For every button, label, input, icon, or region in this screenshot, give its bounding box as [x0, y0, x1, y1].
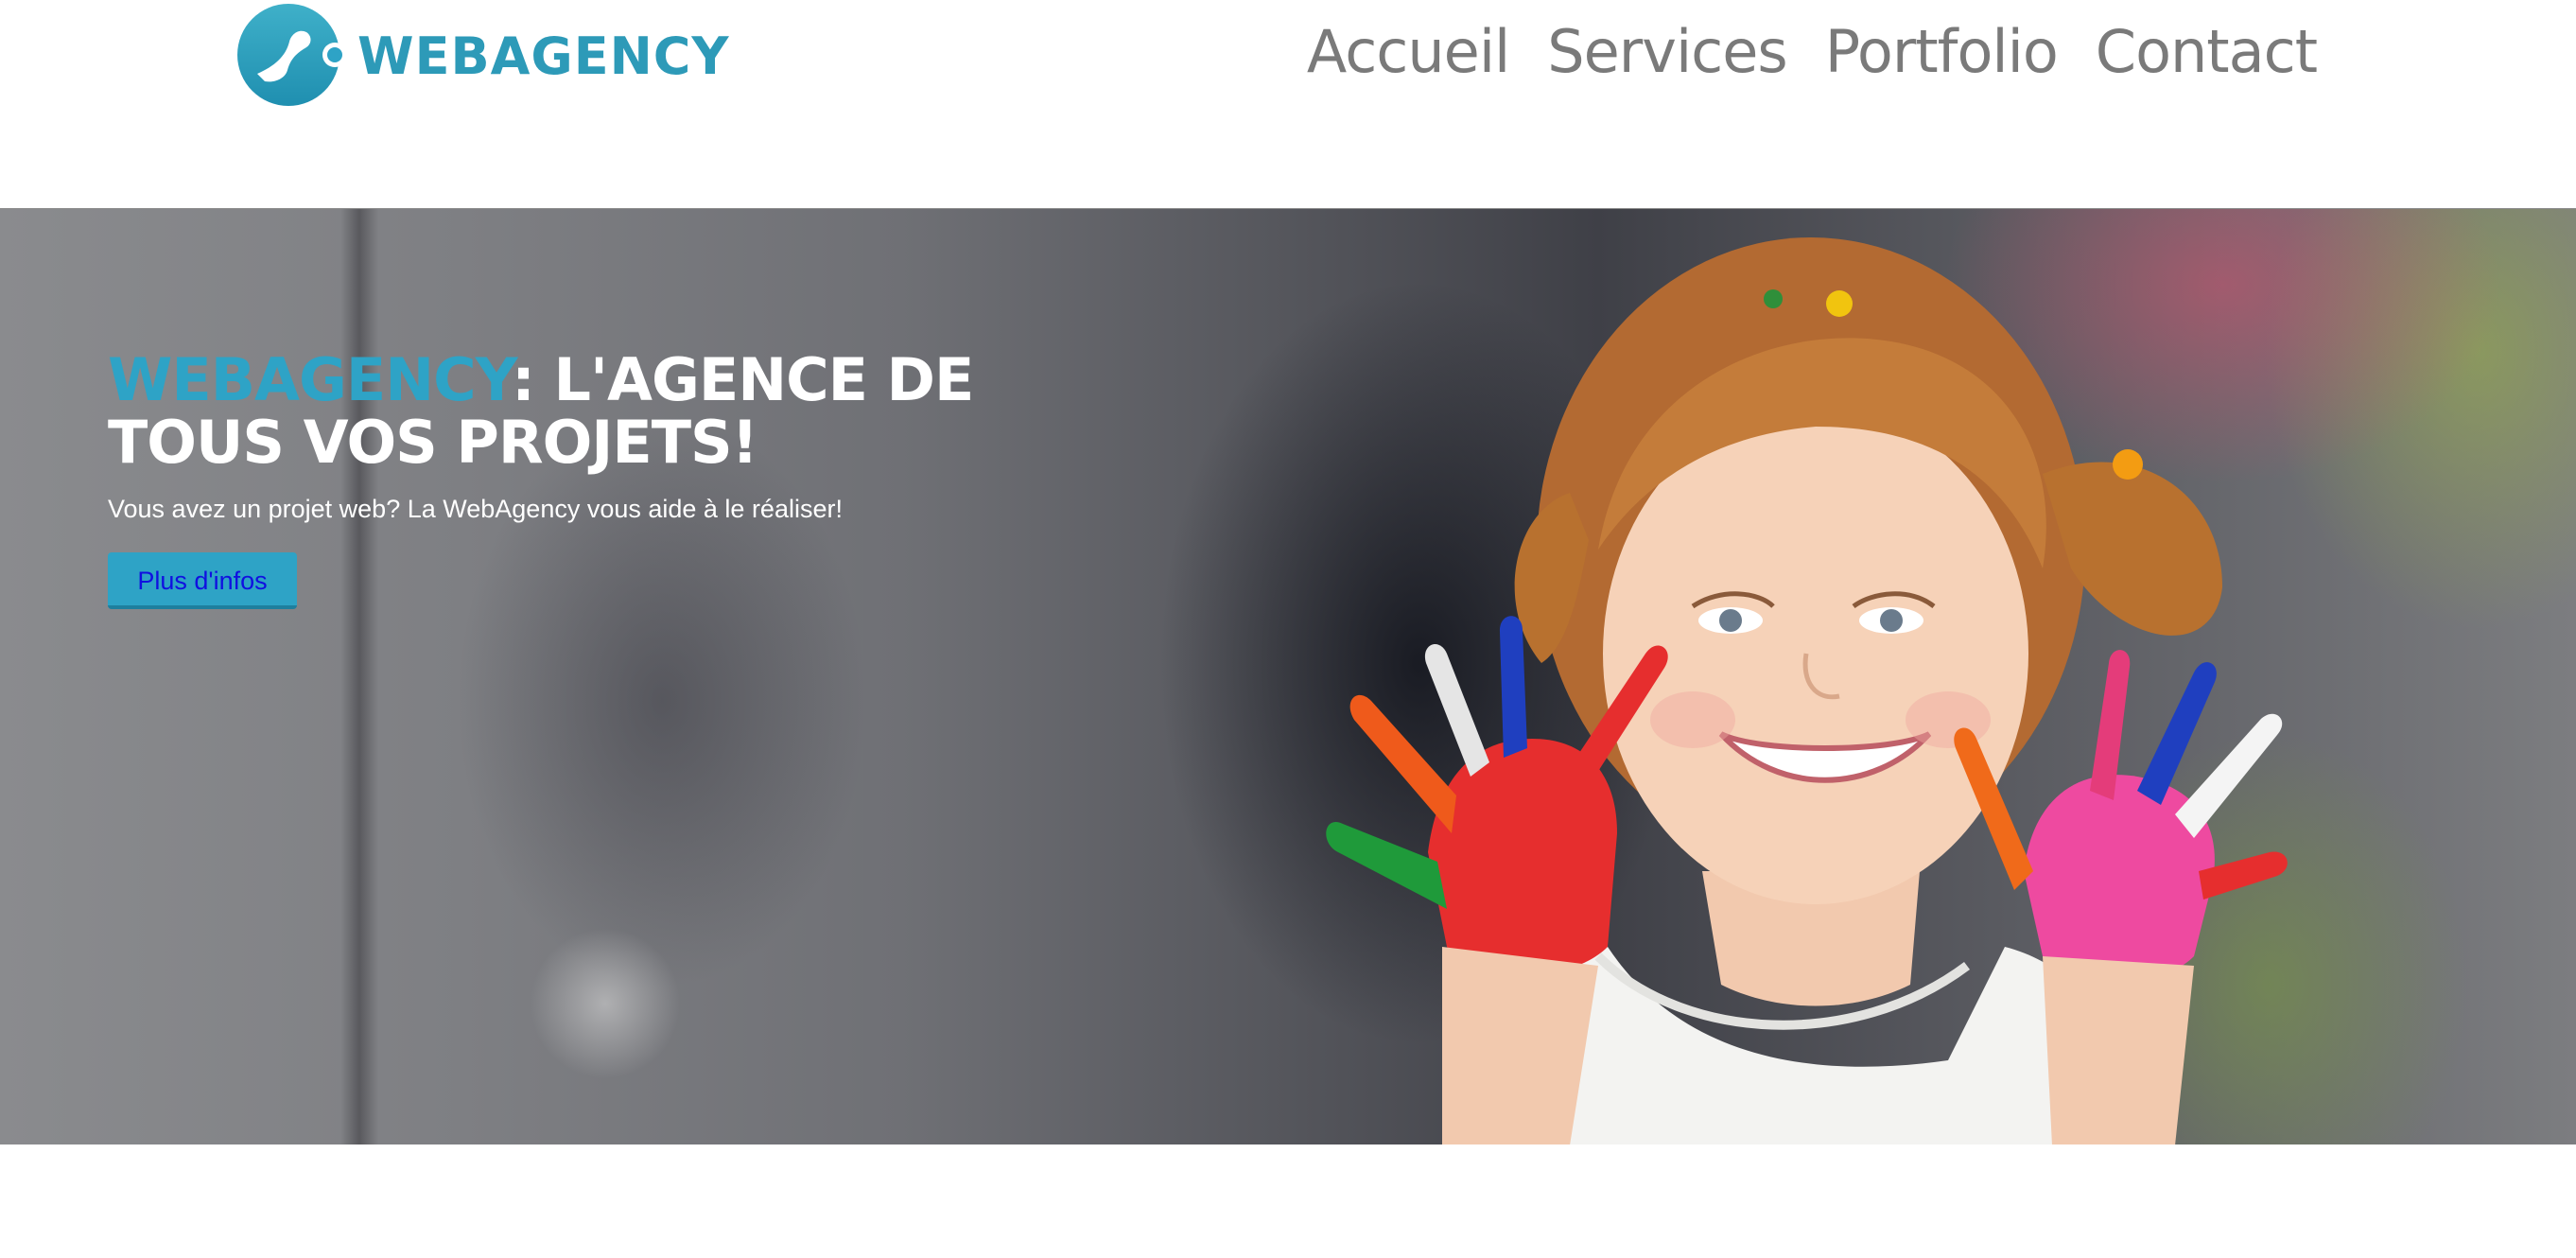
- nav-link-contact[interactable]: Contact: [2096, 17, 2318, 86]
- hero-girl-image: [1326, 237, 2288, 1144]
- hero-title: WEBAGENCY: L'AGENCE DE TOUS VOS PROJETS!: [108, 349, 1148, 474]
- hero-banner: WEBAGENCY: L'AGENCE DE TOUS VOS PROJETS!…: [0, 208, 2576, 1144]
- more-info-button[interactable]: Plus d'infos: [108, 552, 297, 609]
- logo-link[interactable]: WEBAGENCY: [236, 0, 730, 112]
- nav-link-portfolio[interactable]: Portfolio: [1825, 17, 2059, 86]
- nav-link-services[interactable]: Services: [1547, 17, 1787, 86]
- site-header: WEBAGENCY Accueil Services Portfolio Con…: [0, 0, 2576, 208]
- main-nav: Accueil Services Portfolio Contact: [1307, 17, 2318, 86]
- hero-title-brand: WEBAGENCY: [108, 345, 513, 414]
- nav-link-accueil[interactable]: Accueil: [1307, 17, 1510, 86]
- background-blur-spot: [530, 928, 681, 1079]
- logo-text: WEBAGENCY: [357, 26, 730, 86]
- hero-subtitle: Vous avez un projet web? La WebAgency vo…: [108, 495, 843, 523]
- hero-content: WEBAGENCY: L'AGENCE DE TOUS VOS PROJETS!…: [108, 349, 1148, 609]
- webagency-logo-icon: [237, 4, 347, 106]
